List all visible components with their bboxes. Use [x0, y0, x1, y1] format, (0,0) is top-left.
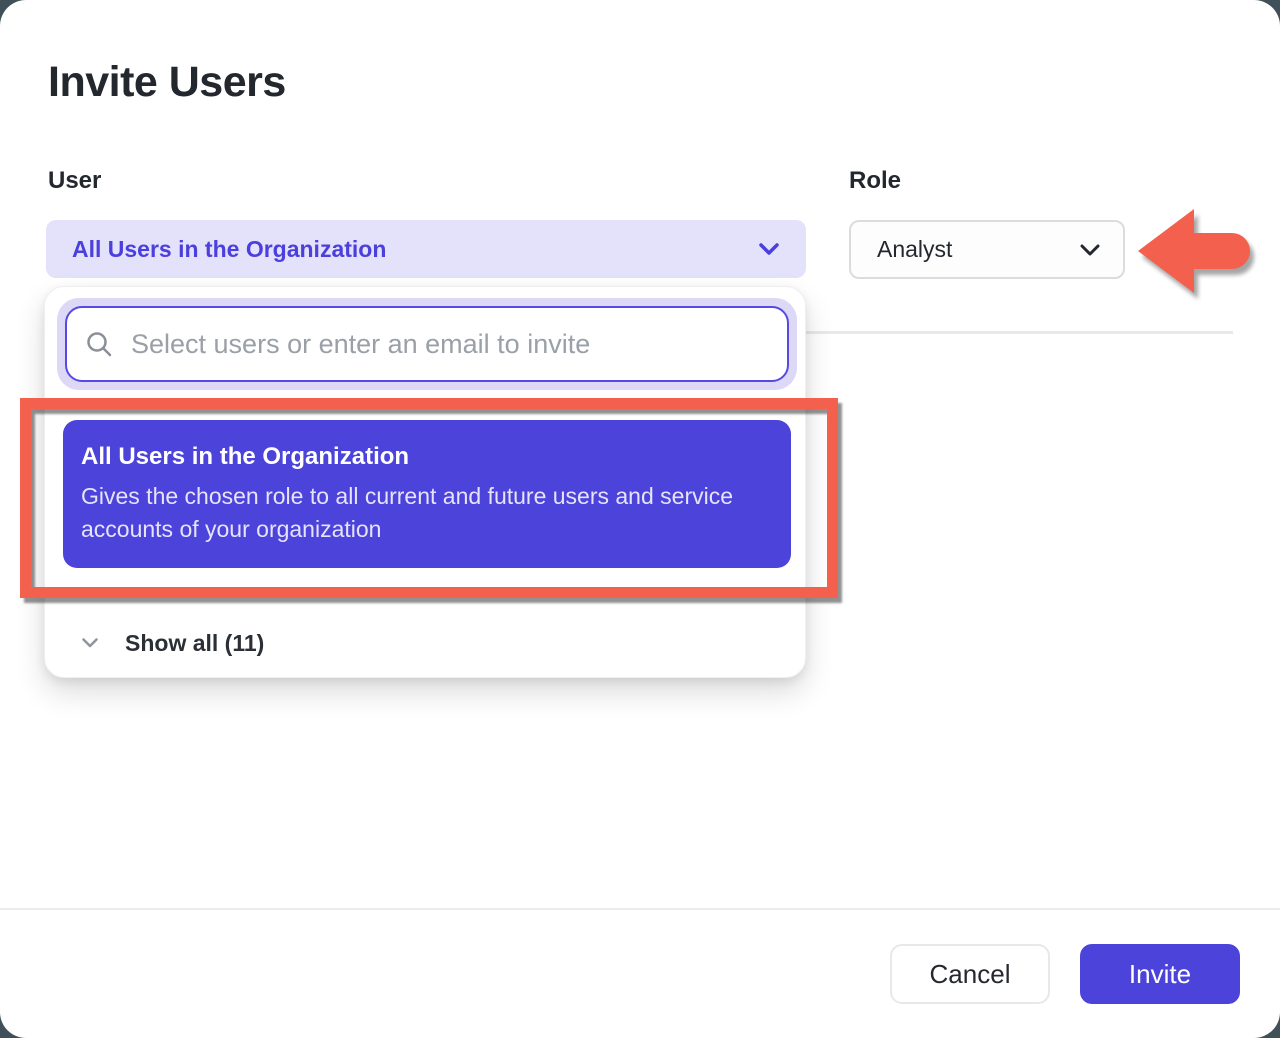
footer-divider	[0, 908, 1280, 910]
show-all-label: Show all (11)	[125, 630, 264, 657]
user-select-value: All Users in the Organization	[72, 236, 758, 263]
user-field-label: User	[48, 167, 101, 195]
show-all-toggle[interactable]: Show all (11)	[45, 619, 805, 667]
user-search-box[interactable]	[65, 306, 789, 382]
role-select[interactable]: Analyst	[849, 220, 1125, 279]
cancel-button[interactable]: Cancel	[890, 944, 1050, 1004]
user-search-input[interactable]	[131, 329, 767, 360]
option-description: Gives the chosen role to all current and…	[81, 480, 767, 546]
option-title: All Users in the Organization	[81, 443, 767, 471]
chevron-down-icon	[758, 242, 780, 256]
search-focus-ring	[57, 298, 797, 390]
search-icon	[85, 330, 113, 358]
invite-button[interactable]: Invite	[1080, 944, 1240, 1004]
user-dropdown-panel: All Users in the Organization Gives the …	[44, 286, 806, 678]
role-select-value: Analyst	[877, 236, 1079, 263]
chevron-down-icon	[81, 637, 99, 649]
option-all-users-in-organization[interactable]: All Users in the Organization Gives the …	[63, 420, 791, 568]
chevron-down-icon	[1079, 243, 1101, 257]
invite-users-dialog: Invite Users User All Users in the Organ…	[0, 0, 1280, 1038]
user-select[interactable]: All Users in the Organization	[46, 220, 806, 278]
page-backdrop: Invite Users User All Users in the Organ…	[0, 0, 1280, 1038]
dialog-title: Invite Users	[48, 58, 286, 107]
annotation-red-arrow-icon	[1136, 206, 1256, 296]
role-field-label: Role	[849, 167, 901, 195]
